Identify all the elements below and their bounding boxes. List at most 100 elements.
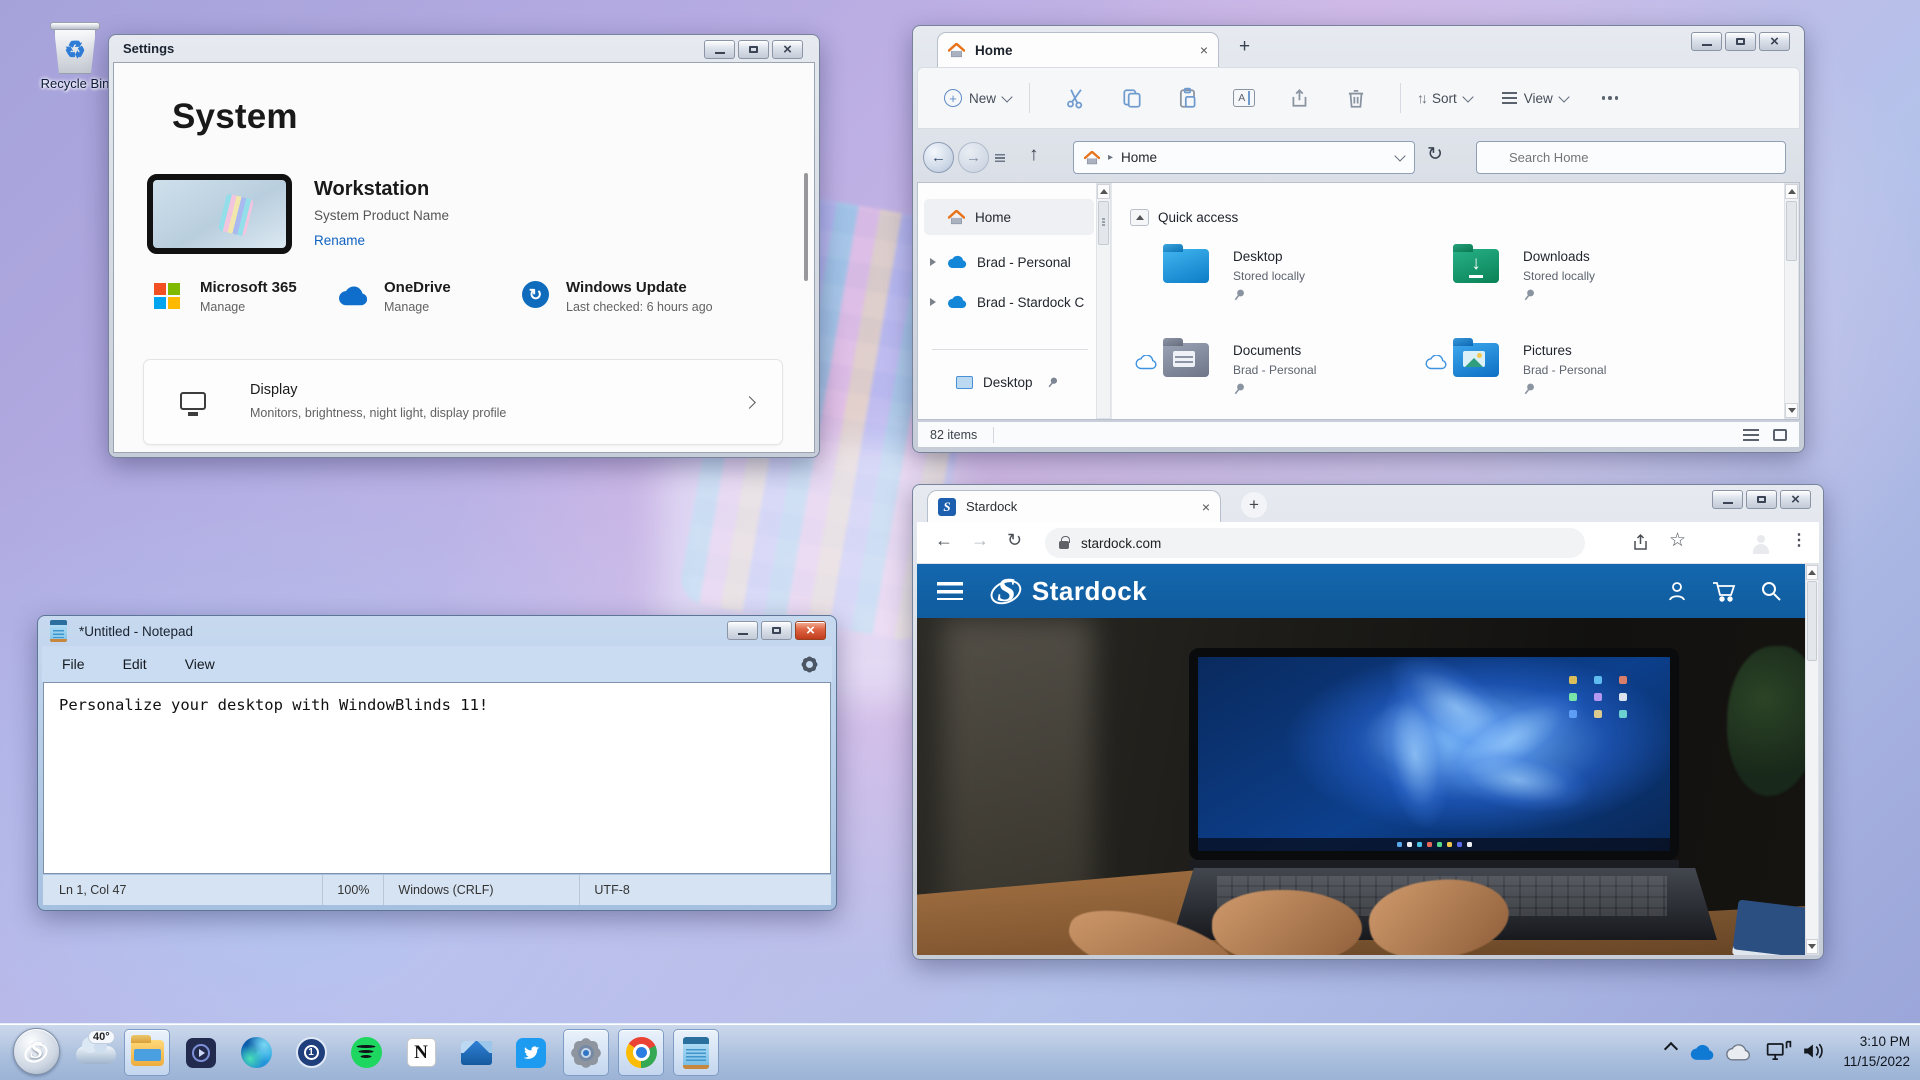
taskbar-mail[interactable]: [453, 1029, 499, 1076]
text-editor[interactable]: Personalize your desktop with WindowBlin…: [43, 682, 831, 874]
tile-windows-update[interactable]: Windows Update Last checked: 6 hours ago: [566, 279, 713, 314]
bookmark-star-icon[interactable]: ☆: [1669, 529, 1686, 552]
new-button[interactable]: + New: [944, 89, 1011, 107]
minimize-button[interactable]: [1691, 32, 1722, 51]
chrome-menu-icon[interactable]: ⋮: [1791, 530, 1807, 550]
large-icons-view-icon[interactable]: [1773, 429, 1787, 441]
menu-edit[interactable]: Edit: [117, 656, 153, 672]
taskbar-twitter[interactable]: [508, 1029, 554, 1076]
settings-gear-icon[interactable]: [801, 656, 818, 673]
forward-button[interactable]: →: [958, 142, 989, 173]
site-search-icon[interactable]: [1759, 579, 1783, 603]
share-icon[interactable]: [1631, 532, 1651, 552]
new-tab-button[interactable]: +: [1241, 492, 1267, 518]
refresh-button[interactable]: ↻: [1427, 143, 1443, 166]
taskbar-spotify[interactable]: [343, 1029, 389, 1076]
tray-show-hidden-icons[interactable]: [1666, 1038, 1676, 1054]
minimize-button[interactable]: [704, 40, 735, 59]
close-button[interactable]: ×: [1759, 32, 1790, 51]
cut-icon[interactable]: [1065, 87, 1087, 109]
volume-icon[interactable]: [1802, 1041, 1826, 1061]
maximize-button[interactable]: [1746, 490, 1777, 509]
maximize-button[interactable]: [761, 621, 792, 640]
quick-access-item-pictures[interactable]: Pictures Brad - Personal: [1453, 343, 1713, 413]
desktop-icon: [956, 376, 973, 389]
taskbar-settings[interactable]: [563, 1029, 609, 1076]
taskbar-notepad[interactable]: [673, 1029, 719, 1076]
taskbar-edge[interactable]: [233, 1029, 279, 1076]
account-icon[interactable]: [1665, 579, 1689, 603]
back-button[interactable]: ←: [935, 530, 953, 551]
cart-icon[interactable]: [1711, 579, 1737, 603]
close-button[interactable]: ×: [772, 40, 803, 59]
tile-onedrive[interactable]: OneDrive Manage: [384, 279, 451, 314]
minimize-button[interactable]: [727, 621, 758, 640]
forward-button[interactable]: →: [971, 530, 989, 551]
chevron-down-icon: [1001, 91, 1012, 102]
expand-arrow-icon[interactable]: [930, 258, 936, 266]
close-button[interactable]: ×: [1780, 490, 1811, 509]
rename-icon[interactable]: A: [1233, 89, 1255, 107]
tab-close-icon[interactable]: ×: [1202, 499, 1210, 515]
tile-microsoft-365[interactable]: Microsoft 365 Manage: [200, 279, 297, 314]
maximize-button[interactable]: [1725, 32, 1756, 51]
site-brand[interactable]: Stardock: [1032, 576, 1147, 607]
back-button[interactable]: ←: [923, 142, 954, 173]
minimize-button[interactable]: [1712, 490, 1743, 509]
microsoft-365-icon: [154, 283, 180, 309]
new-tab-button[interactable]: +: [1239, 36, 1250, 58]
collapse-section-button[interactable]: [1130, 209, 1149, 226]
site-menu-icon[interactable]: [937, 582, 963, 600]
taskbar-notion[interactable]: N: [398, 1029, 444, 1076]
weather-widget[interactable]: 40°: [76, 1046, 116, 1064]
tab-close-icon[interactable]: ×: [1200, 42, 1208, 58]
maximize-button[interactable]: [738, 40, 769, 59]
search-input[interactable]: [1476, 141, 1786, 174]
start-button[interactable]: S: [13, 1028, 60, 1075]
details-view-icon[interactable]: [1743, 429, 1759, 441]
sidebar-scrollbar[interactable]: [1096, 183, 1111, 419]
paste-icon[interactable]: [1177, 87, 1199, 109]
sidebar-item-desktop[interactable]: Desktop: [924, 365, 1094, 399]
menu-view[interactable]: View: [179, 656, 221, 672]
quick-access-item-downloads[interactable]: ↓ Downloads Stored locally: [1453, 249, 1713, 319]
share-icon[interactable]: [1289, 87, 1311, 109]
taskbar-file-explorer[interactable]: [124, 1029, 170, 1076]
mail-icon: [461, 1041, 492, 1065]
menu-file[interactable]: File: [56, 656, 91, 672]
taskbar-media-app[interactable]: [178, 1029, 224, 1076]
taskbar-1password[interactable]: 1: [288, 1029, 334, 1076]
sidebar-item-brad-stardock[interactable]: Brad - Stardock C: [924, 285, 1094, 319]
quick-access-item-desktop[interactable]: Desktop Stored locally: [1163, 249, 1423, 319]
copy-icon[interactable]: [1121, 87, 1143, 109]
expand-arrow-icon[interactable]: [930, 298, 936, 306]
page-scrollbar[interactable]: [1805, 564, 1819, 955]
taskbar-chrome[interactable]: [618, 1029, 664, 1076]
reload-button[interactable]: ↻: [1007, 530, 1022, 551]
address-dropdown-icon[interactable]: [1394, 150, 1405, 161]
sidebar-item-home[interactable]: Home: [924, 199, 1094, 235]
sort-button[interactable]: ↑↓ Sort: [1417, 90, 1472, 106]
onedrive-personal-tray-icon[interactable]: [1724, 1044, 1752, 1061]
tray-clock[interactable]: 3:10 PM 11/15/2022: [1843, 1032, 1910, 1073]
settings-scrollbar[interactable]: [804, 173, 808, 281]
address-bar[interactable]: ▸ Home: [1073, 141, 1415, 174]
chrome-tab-stardock[interactable]: S Stardock ×: [927, 490, 1221, 522]
close-button[interactable]: ×: [795, 621, 826, 640]
content-scrollbar[interactable]: [1784, 183, 1799, 419]
sidebar-item-brad-personal[interactable]: Brad - Personal: [924, 245, 1094, 279]
device-thumbnail: [147, 174, 292, 254]
home-icon: [948, 43, 965, 58]
rename-link[interactable]: Rename: [314, 233, 365, 248]
explorer-tab-home[interactable]: Home ×: [937, 32, 1219, 67]
recent-locations-icon[interactable]: [995, 154, 1005, 162]
onedrive-tray-icon[interactable]: [1688, 1044, 1716, 1061]
quick-access-item-documents[interactable]: Documents Brad - Personal: [1163, 343, 1423, 413]
omnibox[interactable]: stardock.com: [1045, 528, 1585, 558]
view-button[interactable]: View: [1502, 91, 1568, 106]
up-button[interactable]: ↑: [1029, 144, 1039, 166]
network-icon[interactable]: [1766, 1040, 1792, 1062]
delete-icon[interactable]: [1345, 87, 1367, 109]
more-options-icon[interactable]: [1602, 96, 1619, 100]
display-settings-card[interactable]: Display Monitors, brightness, night ligh…: [143, 359, 783, 445]
